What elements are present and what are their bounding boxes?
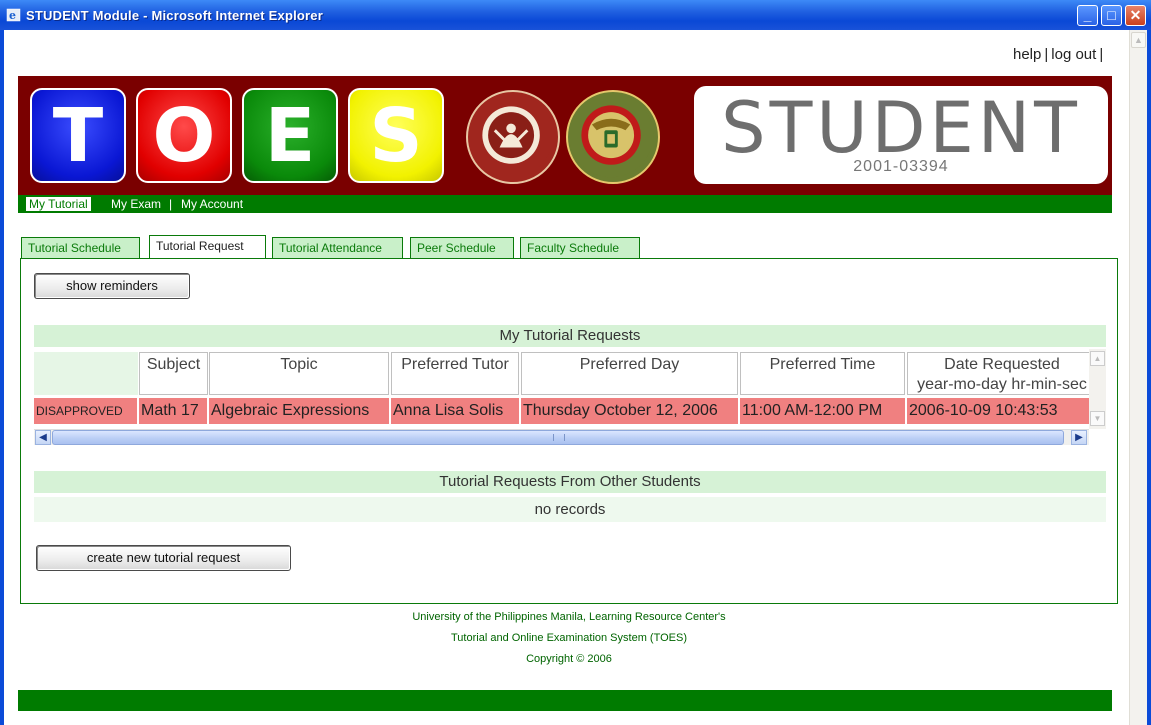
my-requests-title: My Tutorial Requests	[34, 325, 1106, 347]
up-manila-seal-icon	[566, 90, 660, 184]
logo-tile-s: S	[348, 88, 444, 183]
tab-peer-schedule[interactable]: Peer Schedule	[410, 237, 514, 258]
date-format-hint: year-mo-day hr-min-sec	[917, 376, 1087, 393]
bottom-green-bar	[18, 690, 1112, 711]
footer-line-1: University of the Philippines Manila, Le…	[412, 611, 726, 623]
window-title: STUDENT Module - Microsoft Internet Expl…	[26, 8, 323, 23]
column-header-status	[34, 352, 138, 395]
footer-line-2: Tutorial and Online Examination System (…	[451, 632, 687, 644]
menu-item-my-account[interactable]: My Account	[181, 197, 243, 211]
logo-letter: O	[152, 93, 216, 179]
scroll-grip-icon	[553, 434, 565, 441]
request-time: 11:00 AM-12:00 PM	[740, 398, 907, 424]
role-nameplate: STUDENT 2001-03394	[694, 86, 1108, 184]
scroll-up-icon[interactable]: ▲	[1090, 351, 1105, 366]
internet-explorer-icon: e	[6, 8, 21, 22]
logo-tile-o: O	[136, 88, 232, 183]
logo-letter: T	[52, 93, 104, 179]
svg-text:e: e	[9, 9, 16, 22]
role-title: STUDENT	[721, 87, 1081, 169]
column-header-date-requested: Date Requested year-mo-day hr-min-sec	[907, 352, 1089, 395]
tab-tutorial-attendance[interactable]: Tutorial Attendance	[272, 237, 403, 258]
request-day: Thursday October 12, 2006	[521, 398, 740, 424]
footer-copyright: Copyright © 2006	[526, 653, 612, 665]
window-frame-right	[1147, 30, 1151, 725]
main-menu-bar: My Tutorial My Exam | My Account	[18, 195, 1112, 213]
logo-tile-t: T	[30, 88, 126, 183]
learning-resource-center-seal-icon	[466, 90, 560, 184]
logo-tile-e: E	[242, 88, 338, 183]
tab-faculty-schedule[interactable]: Faculty Schedule	[520, 237, 640, 258]
link-separator: |	[1099, 46, 1104, 63]
date-requested-label: Date Requested	[944, 356, 1060, 373]
minimize-icon: _	[1083, 7, 1092, 23]
request-tutor: Anna Lisa Solis	[391, 398, 521, 424]
show-reminders-button[interactable]: show reminders	[34, 273, 190, 299]
student-id: 2001-03394	[853, 158, 949, 175]
scroll-down-icon[interactable]: ▼	[1090, 411, 1105, 426]
menu-item-my-exam[interactable]: My Exam	[111, 197, 161, 211]
other-requests-title: Tutorial Requests From Other Students	[34, 471, 1106, 493]
toes-banner: T O E S STUDENT 2001-03394	[18, 76, 1112, 195]
menu-item-my-tutorial[interactable]: My Tutorial	[26, 197, 91, 211]
no-records-message: no records	[34, 497, 1106, 522]
window-titlebar: e STUDENT Module - Microsoft Internet Ex…	[0, 0, 1151, 30]
logout-link[interactable]: log out	[1051, 46, 1096, 63]
column-header-topic: Topic	[209, 352, 389, 395]
page-vertical-scrollbar[interactable]: ▲	[1129, 30, 1147, 725]
table-vertical-scrollbar[interactable]: ▲ ▼	[1089, 349, 1106, 429]
scroll-up-arrow-icon[interactable]: ▲	[1131, 32, 1146, 48]
close-icon: ✕	[1129, 7, 1142, 23]
column-header-subject: Subject	[139, 352, 208, 395]
minimize-button[interactable]: _	[1077, 5, 1098, 26]
maximize-button[interactable]: □	[1101, 5, 1122, 26]
create-tutorial-request-button[interactable]: create new tutorial request	[36, 545, 291, 571]
help-link[interactable]: help	[1013, 46, 1041, 63]
request-subject: Math 17	[139, 398, 209, 424]
link-separator: |	[1044, 46, 1049, 63]
maximize-icon: □	[1107, 7, 1116, 23]
menu-separator: |	[169, 197, 173, 211]
table-horizontal-scrollbar[interactable]: ◀ ▶	[34, 429, 1089, 445]
column-header-preferred-time: Preferred Time	[740, 352, 905, 395]
tab-tutorial-request[interactable]: Tutorial Request	[149, 235, 266, 258]
horizontal-scroll-thumb[interactable]	[52, 430, 1064, 445]
top-links: help | log out |	[1013, 46, 1106, 63]
column-header-preferred-day: Preferred Day	[521, 352, 738, 395]
logo-letter: S	[369, 93, 423, 179]
column-header-preferred-tutor: Preferred Tutor	[391, 352, 519, 395]
request-topic: Algebraic Expressions	[209, 398, 391, 424]
tab-tutorial-schedule[interactable]: Tutorial Schedule	[21, 237, 140, 258]
my-requests-table: Subject Topic Preferred Tutor Preferred …	[34, 349, 1089, 429]
scroll-left-icon[interactable]: ◀	[35, 430, 51, 445]
scroll-right-icon[interactable]: ▶	[1071, 430, 1087, 445]
logo-letter: E	[264, 93, 316, 179]
close-window-button[interactable]: ✕	[1125, 5, 1146, 26]
request-status-disapproved: DISAPPROVED	[34, 398, 139, 424]
request-date-requested: 2006-10-09 10:43:53	[907, 398, 1089, 424]
